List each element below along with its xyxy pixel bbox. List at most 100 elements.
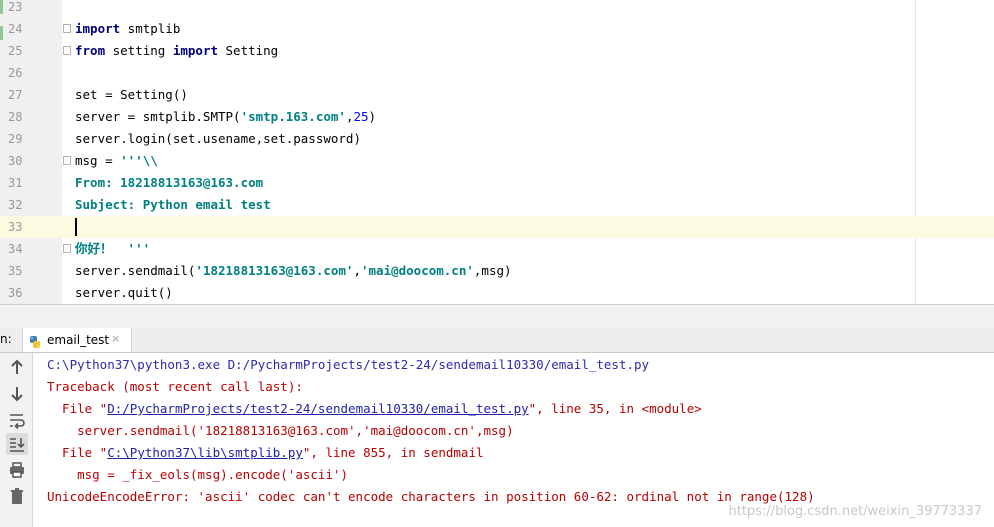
fold-marker-icon[interactable] bbox=[63, 24, 71, 33]
code-text: server.quit() bbox=[75, 282, 173, 304]
console-text: msg = _fix_eols(msg).encode('ascii') bbox=[47, 467, 349, 482]
line-number: 26 bbox=[8, 66, 23, 80]
code-token: server.sendmail( bbox=[75, 263, 196, 278]
console-line: UnicodeEncodeError: 'ascii' codec can't … bbox=[47, 486, 815, 508]
code-line[interactable]: 28 server = smtplib.SMTP('smtp.163.com',2… bbox=[0, 106, 994, 128]
code-line[interactable]: 26 bbox=[0, 62, 994, 84]
fold-marker-icon[interactable] bbox=[63, 244, 71, 253]
line-number: 32 bbox=[8, 198, 23, 212]
close-tab-icon[interactable]: × bbox=[111, 332, 120, 345]
code-token: set = Setting() bbox=[75, 87, 188, 102]
line-number: 28 bbox=[8, 110, 23, 124]
code-text: server = smtplib.SMTP('smtp.163.com',25) bbox=[75, 106, 376, 128]
code-token: , bbox=[353, 263, 361, 278]
code-text: import smtplib bbox=[75, 18, 180, 40]
code-text: server.sendmail('18218813163@163.com','m… bbox=[75, 260, 512, 282]
code-line[interactable]: 30 msg = '''\\ bbox=[0, 150, 994, 172]
line-number: 36 bbox=[8, 286, 23, 300]
run-console-output[interactable]: C:\Python37\python3.exe D:/PycharmProjec… bbox=[33, 353, 994, 527]
code-line[interactable]: 33 bbox=[0, 216, 994, 238]
code-line[interactable]: 23 bbox=[0, 0, 994, 18]
fold-marker-icon[interactable] bbox=[63, 46, 71, 55]
line-number: 23 bbox=[8, 0, 23, 14]
console-text: server.sendmail('18218813163@163.com','m… bbox=[47, 423, 514, 438]
console-text: ", line 35, in <module> bbox=[528, 401, 702, 416]
soft-wrap-icon[interactable] bbox=[6, 409, 28, 431]
line-number: 30 bbox=[8, 154, 23, 168]
code-line[interactable]: 27 set = Setting() bbox=[0, 84, 994, 106]
code-line[interactable]: 34 你好！ ''' bbox=[0, 238, 994, 260]
code-line[interactable]: 24 import smtplib bbox=[0, 18, 994, 40]
code-text: from setting import Setting bbox=[75, 40, 278, 62]
file-link[interactable]: D:/PycharmProjects/test2-24/sendemail103… bbox=[107, 401, 528, 416]
code-token: '18218813163@163.com' bbox=[195, 263, 354, 278]
code-token: server.quit() bbox=[75, 285, 173, 300]
code-token: server.login(set.usename,set.password) bbox=[75, 131, 361, 146]
code-line[interactable]: 31 From: 18218813163@163.com bbox=[0, 172, 994, 194]
code-token: setting bbox=[105, 43, 173, 58]
line-number: 27 bbox=[8, 88, 23, 102]
code-editor[interactable]: 23 24 import smtplib 25 from setting import … bbox=[0, 0, 994, 304]
print-icon[interactable] bbox=[6, 459, 28, 481]
console-line: File "C:\Python37\lib\smtplib.py", line … bbox=[47, 442, 484, 464]
fold-marker-icon[interactable] bbox=[63, 156, 71, 165]
scroll-to-end-icon[interactable] bbox=[6, 433, 28, 455]
code-token: import bbox=[172, 43, 218, 58]
console-text: File " bbox=[47, 401, 108, 416]
console-text: ", line 855, in sendmail bbox=[302, 445, 484, 460]
code-text: Subject: Python email test bbox=[75, 194, 271, 216]
tab-email-test[interactable]: email_test × bbox=[22, 328, 132, 352]
code-token: msg = bbox=[75, 153, 121, 168]
code-token: 25 bbox=[353, 109, 369, 124]
console-line: msg = _fix_eols(msg).encode('ascii') bbox=[47, 464, 348, 486]
code-text: server.login(set.usename,set.password) bbox=[75, 128, 361, 150]
code-line[interactable]: 35 server.sendmail('18218813163@163.com',… bbox=[0, 260, 994, 282]
code-token: ) bbox=[368, 109, 377, 124]
line-number: 29 bbox=[8, 132, 23, 146]
python-file-icon bbox=[29, 333, 41, 348]
line-number: 34 bbox=[8, 242, 23, 256]
line-number: 33 bbox=[8, 220, 23, 234]
arrow-down-icon[interactable] bbox=[6, 383, 28, 405]
file-link[interactable]: C:\Python37\lib\smtplib.py bbox=[107, 445, 303, 460]
line-number: 31 bbox=[8, 176, 23, 190]
code-text: 你好！ ''' bbox=[75, 238, 150, 260]
code-line[interactable]: 36 server.quit() bbox=[0, 282, 994, 304]
code-token: Setting bbox=[218, 43, 279, 58]
code-token: Subject: Python email test bbox=[75, 197, 271, 212]
run-tab-bar: n: email_test × bbox=[0, 328, 994, 353]
code-text: From: 18218813163@163.com bbox=[75, 172, 263, 194]
run-toolbar bbox=[0, 353, 33, 527]
console-line: server.sendmail('18218813163@163.com','m… bbox=[47, 420, 514, 442]
code-token: 'mai@doocom.cn' bbox=[361, 263, 474, 278]
console-text: C:\Python37\python3.exe D:/PycharmProjec… bbox=[47, 357, 650, 372]
text-caret bbox=[75, 218, 77, 236]
tab-label: email_test bbox=[47, 333, 110, 347]
code-line[interactable]: 32 Subject: Python email test bbox=[0, 194, 994, 216]
console-text: Traceback (most recent call last): bbox=[47, 379, 303, 394]
code-token: smtplib bbox=[120, 21, 181, 36]
line-number: 24 bbox=[8, 22, 23, 36]
code-line[interactable]: 25 from setting import Setting bbox=[0, 40, 994, 62]
code-token: ,msg) bbox=[473, 263, 512, 278]
code-token: 'smtp.163.com' bbox=[240, 109, 346, 124]
console-text: File " bbox=[47, 445, 108, 460]
code-token: server = smtplib.SMTP( bbox=[75, 109, 241, 124]
run-panel-label: n: bbox=[0, 332, 12, 346]
code-token: '''\\ bbox=[120, 153, 158, 168]
console-text: UnicodeEncodeError: 'ascii' codec can't … bbox=[47, 489, 815, 504]
code-token: from bbox=[75, 43, 106, 58]
trash-icon[interactable] bbox=[6, 485, 28, 507]
console-line: C:\Python37\python3.exe D:/PycharmProjec… bbox=[47, 354, 649, 376]
code-text: msg = '''\\ bbox=[75, 150, 158, 172]
console-line: File "D:/PycharmProjects/test2-24/sendem… bbox=[47, 398, 702, 420]
editor-panel-divider[interactable] bbox=[0, 304, 994, 329]
arrow-up-icon[interactable] bbox=[6, 357, 28, 379]
code-line[interactable]: 29 server.login(set.usename,set.password) bbox=[0, 128, 994, 150]
code-token: 你好！ ''' bbox=[75, 241, 151, 256]
line-number: 25 bbox=[8, 44, 23, 58]
code-text: set = Setting() bbox=[75, 84, 188, 106]
code-token: import bbox=[75, 21, 121, 36]
code-token: From: 18218813163@163.com bbox=[75, 175, 264, 190]
line-number: 35 bbox=[8, 264, 23, 278]
